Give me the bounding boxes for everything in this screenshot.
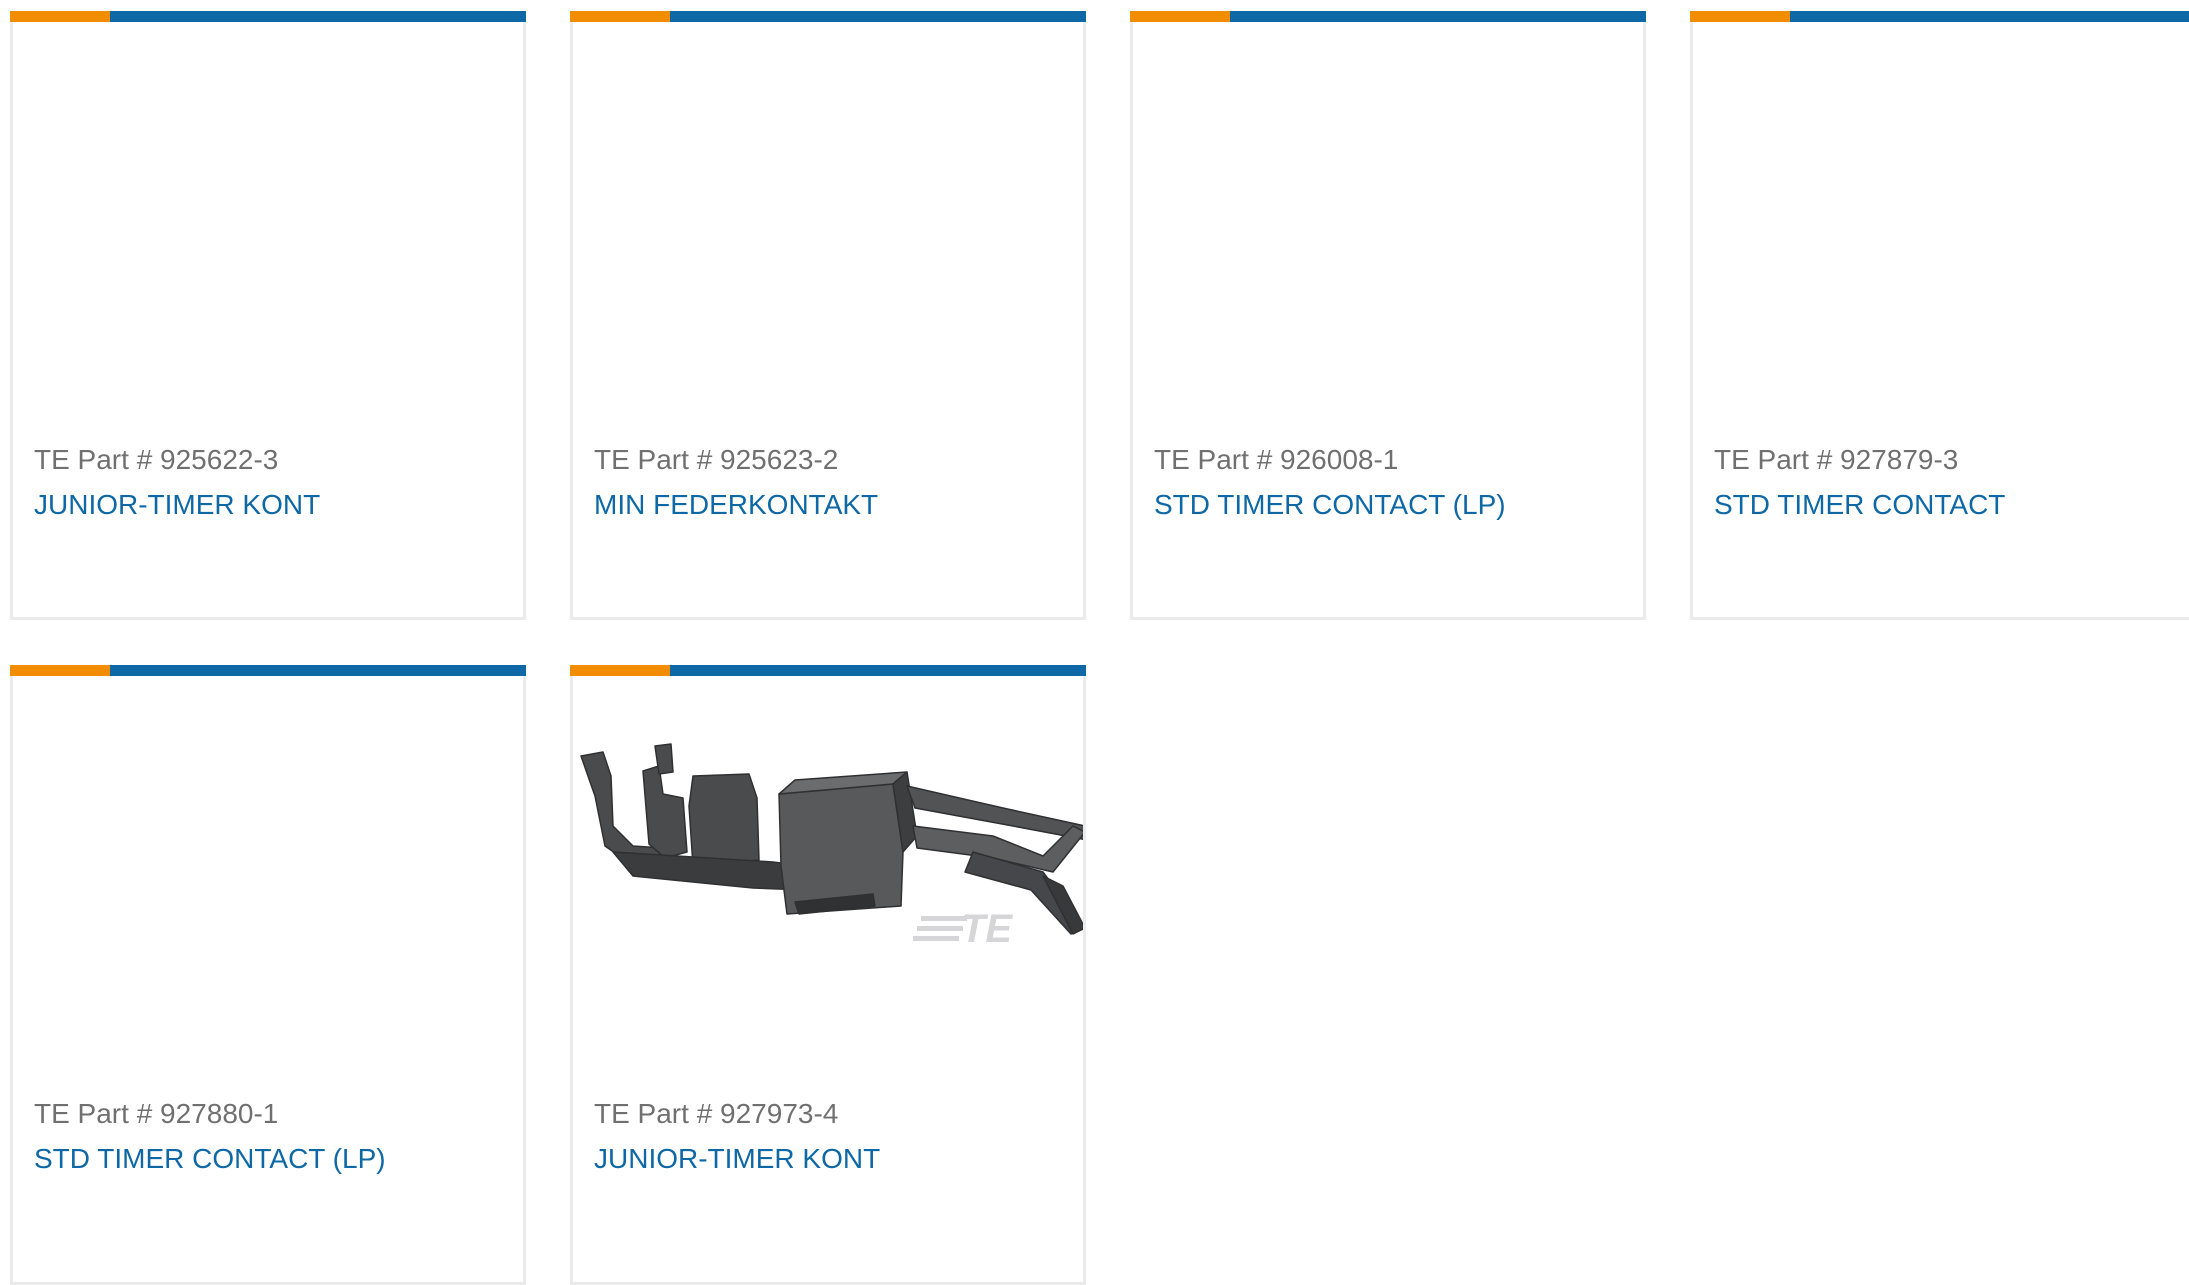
product-image-placeholder[interactable]	[13, 676, 523, 1096]
card-accent-bar	[10, 665, 526, 676]
product-image[interactable]: TE	[573, 676, 1088, 1096]
product-name-link[interactable]: JUNIOR-TIMER KONT	[34, 489, 320, 521]
card-accent-bar	[570, 11, 1086, 22]
product-card[interactable]: TE Part # 927880-1 STD TIMER CONTACT (LP…	[10, 665, 526, 1285]
part-number: TE Part # 927880-1	[34, 1098, 279, 1129]
product-card[interactable]: TE Part # 925623-2 MIN FEDERKONTAKT	[570, 11, 1086, 620]
product-card[interactable]: TE Part # 926008-1 STD TIMER CONTACT (LP…	[1130, 11, 1646, 620]
product-card[interactable]: TE Part # 925622-3 JUNIOR-TIMER KONT	[10, 11, 526, 620]
product-image-placeholder[interactable]	[1133, 22, 1643, 442]
product-name-link[interactable]: MIN FEDERKONTAKT	[594, 489, 878, 521]
timer-contact-terminal-icon: TE	[580, 743, 1088, 951]
card-accent-bar	[10, 11, 526, 22]
part-number: TE Part # 927879-3	[1714, 444, 1959, 475]
card-accent-bar	[1690, 11, 2189, 22]
product-name-link[interactable]: STD TIMER CONTACT (LP)	[1154, 489, 1506, 521]
card-accent-bar	[1130, 11, 1646, 22]
product-name-link[interactable]: STD TIMER CONTACT	[1714, 489, 2005, 521]
card-accent-bar	[570, 665, 1086, 676]
product-card[interactable]: TE TE Part # 927973-4 JUNIOR-TIMER KONT	[570, 665, 1088, 1285]
product-image-placeholder[interactable]	[1693, 22, 2189, 442]
te-logo-watermark: TE	[913, 907, 1013, 951]
part-number: TE Part # 927973-4	[594, 1098, 839, 1129]
product-name-link[interactable]: STD TIMER CONTACT (LP)	[34, 1143, 386, 1175]
product-card[interactable]: TE Part # 927879-3 STD TIMER CONTACT	[1690, 11, 2189, 620]
svg-text:TE: TE	[961, 907, 1013, 951]
part-number: TE Part # 926008-1	[1154, 444, 1399, 475]
product-image-placeholder[interactable]	[573, 22, 1083, 442]
product-image-placeholder[interactable]	[13, 22, 523, 442]
part-number: TE Part # 925622-3	[34, 444, 279, 475]
product-name-link[interactable]: JUNIOR-TIMER KONT	[594, 1143, 880, 1175]
part-number: TE Part # 925623-2	[594, 444, 839, 475]
